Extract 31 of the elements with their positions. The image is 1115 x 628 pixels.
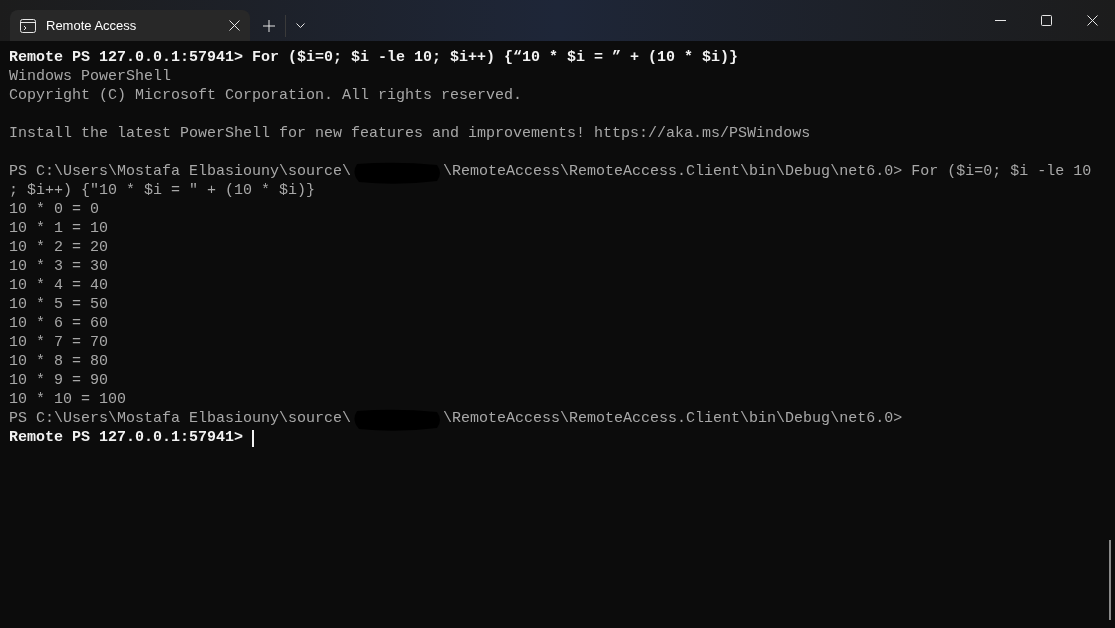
output-line: 10 * 8 = 80 <box>9 352 109 373</box>
maximize-icon[interactable] <box>1040 15 1052 26</box>
output-line: 10 * 2 = 20 <box>9 238 109 259</box>
output-line: 10 * 5 = 50 <box>9 295 109 316</box>
output-line: 10 * 10 = 100 <box>9 390 127 411</box>
close-icon[interactable] <box>1086 15 1098 26</box>
prompt-path: \RemoteAccess\RemoteAccess.Client\bin\Debug\net6.0> <box>443 409 903 430</box>
close-icon[interactable] <box>229 20 240 31</box>
prompt-path: PS C:\Users\Mostafa Elbasiouny\source\ <box>9 162 352 183</box>
console-icon <box>20 18 36 33</box>
output-line: 10 * 9 = 90 <box>9 371 109 392</box>
output-line: Windows PowerShell <box>9 67 172 88</box>
output-line: Install the latest PowerShell for new features and improvements! https://aka.ms/PSWindows <box>9 124 811 145</box>
output-line: 10 * 0 = 0 <box>9 200 99 221</box>
command-line: Remote PS 127.0.0.1:57941> For ($i=0; $i -le 10; $i++) {“10 * $i = ” + (10 * $i)} <box>9 48 739 69</box>
tab-title: Remote Access <box>46 16 138 35</box>
plus-icon[interactable] <box>263 19 275 32</box>
minimize-icon[interactable] <box>994 20 1006 21</box>
output-line: Copyright (C) Microsoft Corporation. All rights reserved. <box>9 86 523 107</box>
output-line: 10 * 4 = 40 <box>9 276 109 297</box>
output-line: 10 * 3 = 30 <box>9 257 109 278</box>
output-line: 10 * 7 = 70 <box>9 333 109 354</box>
chevron-down-icon[interactable] <box>296 22 305 29</box>
output-line: 10 * 6 = 60 <box>9 314 109 335</box>
output-line: 10 * 1 = 10 <box>9 219 109 240</box>
prompt-path: PS C:\Users\Mostafa Elbasiouny\source\ <box>9 409 352 430</box>
scrollbar-thumb[interactable] <box>1109 540 1111 620</box>
command-line: Remote PS 127.0.0.1:57941> <box>9 428 244 449</box>
output-line: ; $i++) {"10 * $i = " + (10 * $i)} <box>9 181 316 202</box>
prompt-path: \RemoteAccess\RemoteAccess.Client\bin\Debug\net6.0> For ($i=0; $i -le 10 <box>443 162 1092 183</box>
terminal-tab[interactable]: Remote Access <box>10 10 250 41</box>
